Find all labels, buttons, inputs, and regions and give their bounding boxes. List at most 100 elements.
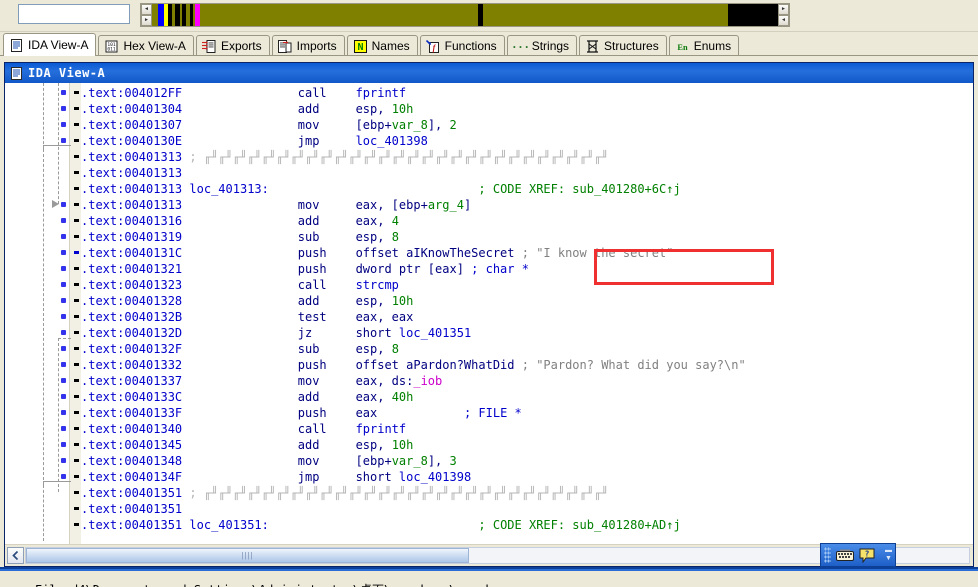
ime-language-bar[interactable]: ? ▬ ▼ <box>820 543 896 567</box>
tab-names[interactable]: N Names <box>346 35 418 56</box>
disassembly-line[interactable]: .text:00401328 add esp, 10h <box>81 293 973 309</box>
tab-exports[interactable]: Exports <box>195 35 270 56</box>
navband-scroll-buttons[interactable]: ► ◄ <box>778 4 789 26</box>
tab-imports[interactable]: Imports <box>271 35 345 56</box>
top-toolbar: ◄ ► ► ◄ <box>0 0 978 32</box>
gutter-tick <box>74 475 79 478</box>
line-address: .text:00401313 <box>81 166 183 180</box>
line-token <box>182 278 298 292</box>
navband-zoom-buttons[interactable]: ◄ ► <box>141 4 152 26</box>
disassembly-line[interactable]: .text:0040132D jz short loc_401351 <box>81 325 973 341</box>
navband-zoom-in-button[interactable]: ► <box>141 15 152 26</box>
disassembly-line[interactable]: .text:0040130E jmp loc_401398 <box>81 133 973 149</box>
disassembly-area[interactable]: .text:004012FF call fprintf .text:0040130… <box>5 83 973 544</box>
disassembly-line[interactable]: .text:00401304 add esp, 10h <box>81 101 973 117</box>
disassembly-line[interactable]: .text:00401340 call fprintf <box>81 421 973 437</box>
disassembly-line[interactable]: .text:00401313 mov eax, [ebp+arg_4] <box>81 197 973 213</box>
disassembly-line[interactable]: .text:00401321 push dword ptr [eax] ; ch… <box>81 261 973 277</box>
navband-scroll-up-button[interactable]: ► <box>778 4 789 15</box>
line-token: jz <box>297 326 313 340</box>
disassembly-line[interactable]: .text:00401351 loc_401351: ; CODE XREF: … <box>81 517 973 533</box>
line-token <box>327 422 356 436</box>
navband-track[interactable] <box>152 4 778 26</box>
instruction-marker-dot <box>61 138 66 143</box>
tab-label: IDA View-A <box>28 38 89 52</box>
jump-address-combobox[interactable] <box>18 4 177 24</box>
line-token: ; <box>182 150 204 164</box>
line-token: eax, [ebp+ <box>355 198 428 212</box>
disassembly-line[interactable]: .text:0040133C add eax, 40h <box>81 389 973 405</box>
disassembly-line[interactable]: .text:00401307 mov [ebp+var_8], 2 <box>81 117 973 133</box>
line-token <box>182 86 298 100</box>
gutter-tick <box>74 523 79 526</box>
line-token: eax, <box>355 390 392 404</box>
disassembly-line[interactable]: .text:00401348 mov [ebp+var_8], 3 <box>81 453 973 469</box>
instruction-marker-dot <box>61 410 66 415</box>
line-token: call <box>297 422 327 436</box>
line-token: esp, <box>355 438 392 452</box>
function-f-icon: f <box>426 39 441 53</box>
flow-line-separator <box>43 145 71 146</box>
line-address: .text:0040133F <box>81 406 183 420</box>
tab-structures[interactable]: Structures <box>579 35 667 56</box>
line-token <box>319 102 355 116</box>
gutter-tick <box>74 363 79 366</box>
ida-view-a-titlebar[interactable]: IDA View-A <box>5 63 973 83</box>
disassembly-line[interactable]: .text:00401337 mov eax, ds:_iob <box>81 373 973 389</box>
instruction-marker-dot <box>61 122 66 127</box>
line-token: add <box>297 390 320 404</box>
disassembly-line[interactable]: .text:00401316 add eax, 4 <box>81 213 973 229</box>
disassembly-line[interactable]: .text:00401323 call strcmp <box>81 277 973 293</box>
chevron-left-icon[interactable] <box>7 547 24 564</box>
disassembly-line[interactable]: .text:0040134F jmp short loc_401398 <box>81 469 973 485</box>
tab-strings[interactable]: "..."Strings <box>506 35 578 56</box>
navband-zoom-out-button[interactable]: ◄ <box>141 4 152 15</box>
keyboard-icon[interactable] <box>834 545 856 565</box>
tabbar-divider <box>0 55 978 56</box>
disassembly-line[interactable]: .text:00401313 loc_401313: ; CODE XREF: … <box>81 181 973 197</box>
disassembly-line[interactable]: .text:00401345 add esp, 10h <box>81 437 973 453</box>
line-token: mov <box>297 374 320 388</box>
line-token <box>182 438 298 452</box>
disassembly-line[interactable]: .text:00401332 push offset aPardon?WhatD… <box>81 357 973 373</box>
tab-enums[interactable]: En Enums <box>668 35 740 56</box>
disassembly-line[interactable]: .text:00401319 sub esp, 8 <box>81 229 973 245</box>
tab-hex-view-a[interactable]: 101 011 Hex View-A <box>98 35 194 56</box>
line-token: ; <box>182 486 204 500</box>
taskbar-top-edge <box>0 567 978 569</box>
line-token: 10h <box>391 102 414 116</box>
tab-ida-view-a[interactable]: IDA View-A <box>3 33 97 56</box>
navigation-band[interactable]: ◄ ► ► ◄ <box>140 3 790 27</box>
line-token: test <box>297 310 327 324</box>
export-arrows-icon <box>202 39 217 53</box>
line-address: .text:00401351 <box>81 518 183 532</box>
line-token: eax, eax <box>355 310 414 324</box>
line-token: strcmp <box>355 278 399 292</box>
ime-minimize-expand[interactable]: ▬ ▼ <box>885 547 892 563</box>
chevron-down-icon[interactable]: ▼ <box>885 555 892 563</box>
minimize-icon[interactable]: ▬ <box>885 547 892 555</box>
ida-view-a-body: .text:004012FF call fprintf .text:0040130… <box>5 83 973 566</box>
disassembly-line[interactable]: .text:00401313 ; ╓╜╓╜╓╜╓╜╓╜╓╜╓╜╓╜╓╜╓╜╓╜╓… <box>81 149 973 165</box>
disassembly-line[interactable]: .text:00401313 <box>81 165 973 181</box>
disassembly-line[interactable]: .text:00401351 <box>81 501 973 517</box>
navband-scroll-down-button[interactable]: ◄ <box>778 15 789 26</box>
instruction-marker-dot <box>61 282 66 287</box>
help-balloon-icon[interactable]: ? <box>856 545 878 565</box>
scrollbar-thumb[interactable]: |||| <box>26 548 470 563</box>
disassembly-line[interactable]: .text:0040131C push offset aIKnowTheSecr… <box>81 245 973 261</box>
line-token <box>269 182 479 196</box>
disassembly-line[interactable]: .text:0040132B test eax, eax <box>81 309 973 325</box>
disassembly-line[interactable]: .text:00401351 ; ╓╜╓╜╓╜╓╜╓╜╓╜╓╜╓╜╓╜╓╜╓╜╓… <box>81 485 973 501</box>
disassembly-line[interactable]: .text:0040132F sub esp, 8 <box>81 341 973 357</box>
disassembly-line[interactable]: .text:0040133F push eax ; FILE * <box>81 405 973 421</box>
tab-functions[interactable]: f Functions <box>419 35 505 56</box>
gutter-tick <box>74 315 79 318</box>
instruction-marker-dot <box>61 234 66 239</box>
line-address: .text:00401348 <box>81 454 183 468</box>
line-token: eax, ds: <box>355 374 414 388</box>
ime-drag-handle[interactable] <box>824 547 831 563</box>
disassembly-line[interactable]: .text:004012FF call fprintf <box>81 85 973 101</box>
disassembly-text[interactable]: .text:004012FF call fprintf .text:0040130… <box>81 83 973 544</box>
view-tabbar[interactable]: IDA View-A 101 011 Hex View-A Exports Imports… <box>0 32 978 56</box>
